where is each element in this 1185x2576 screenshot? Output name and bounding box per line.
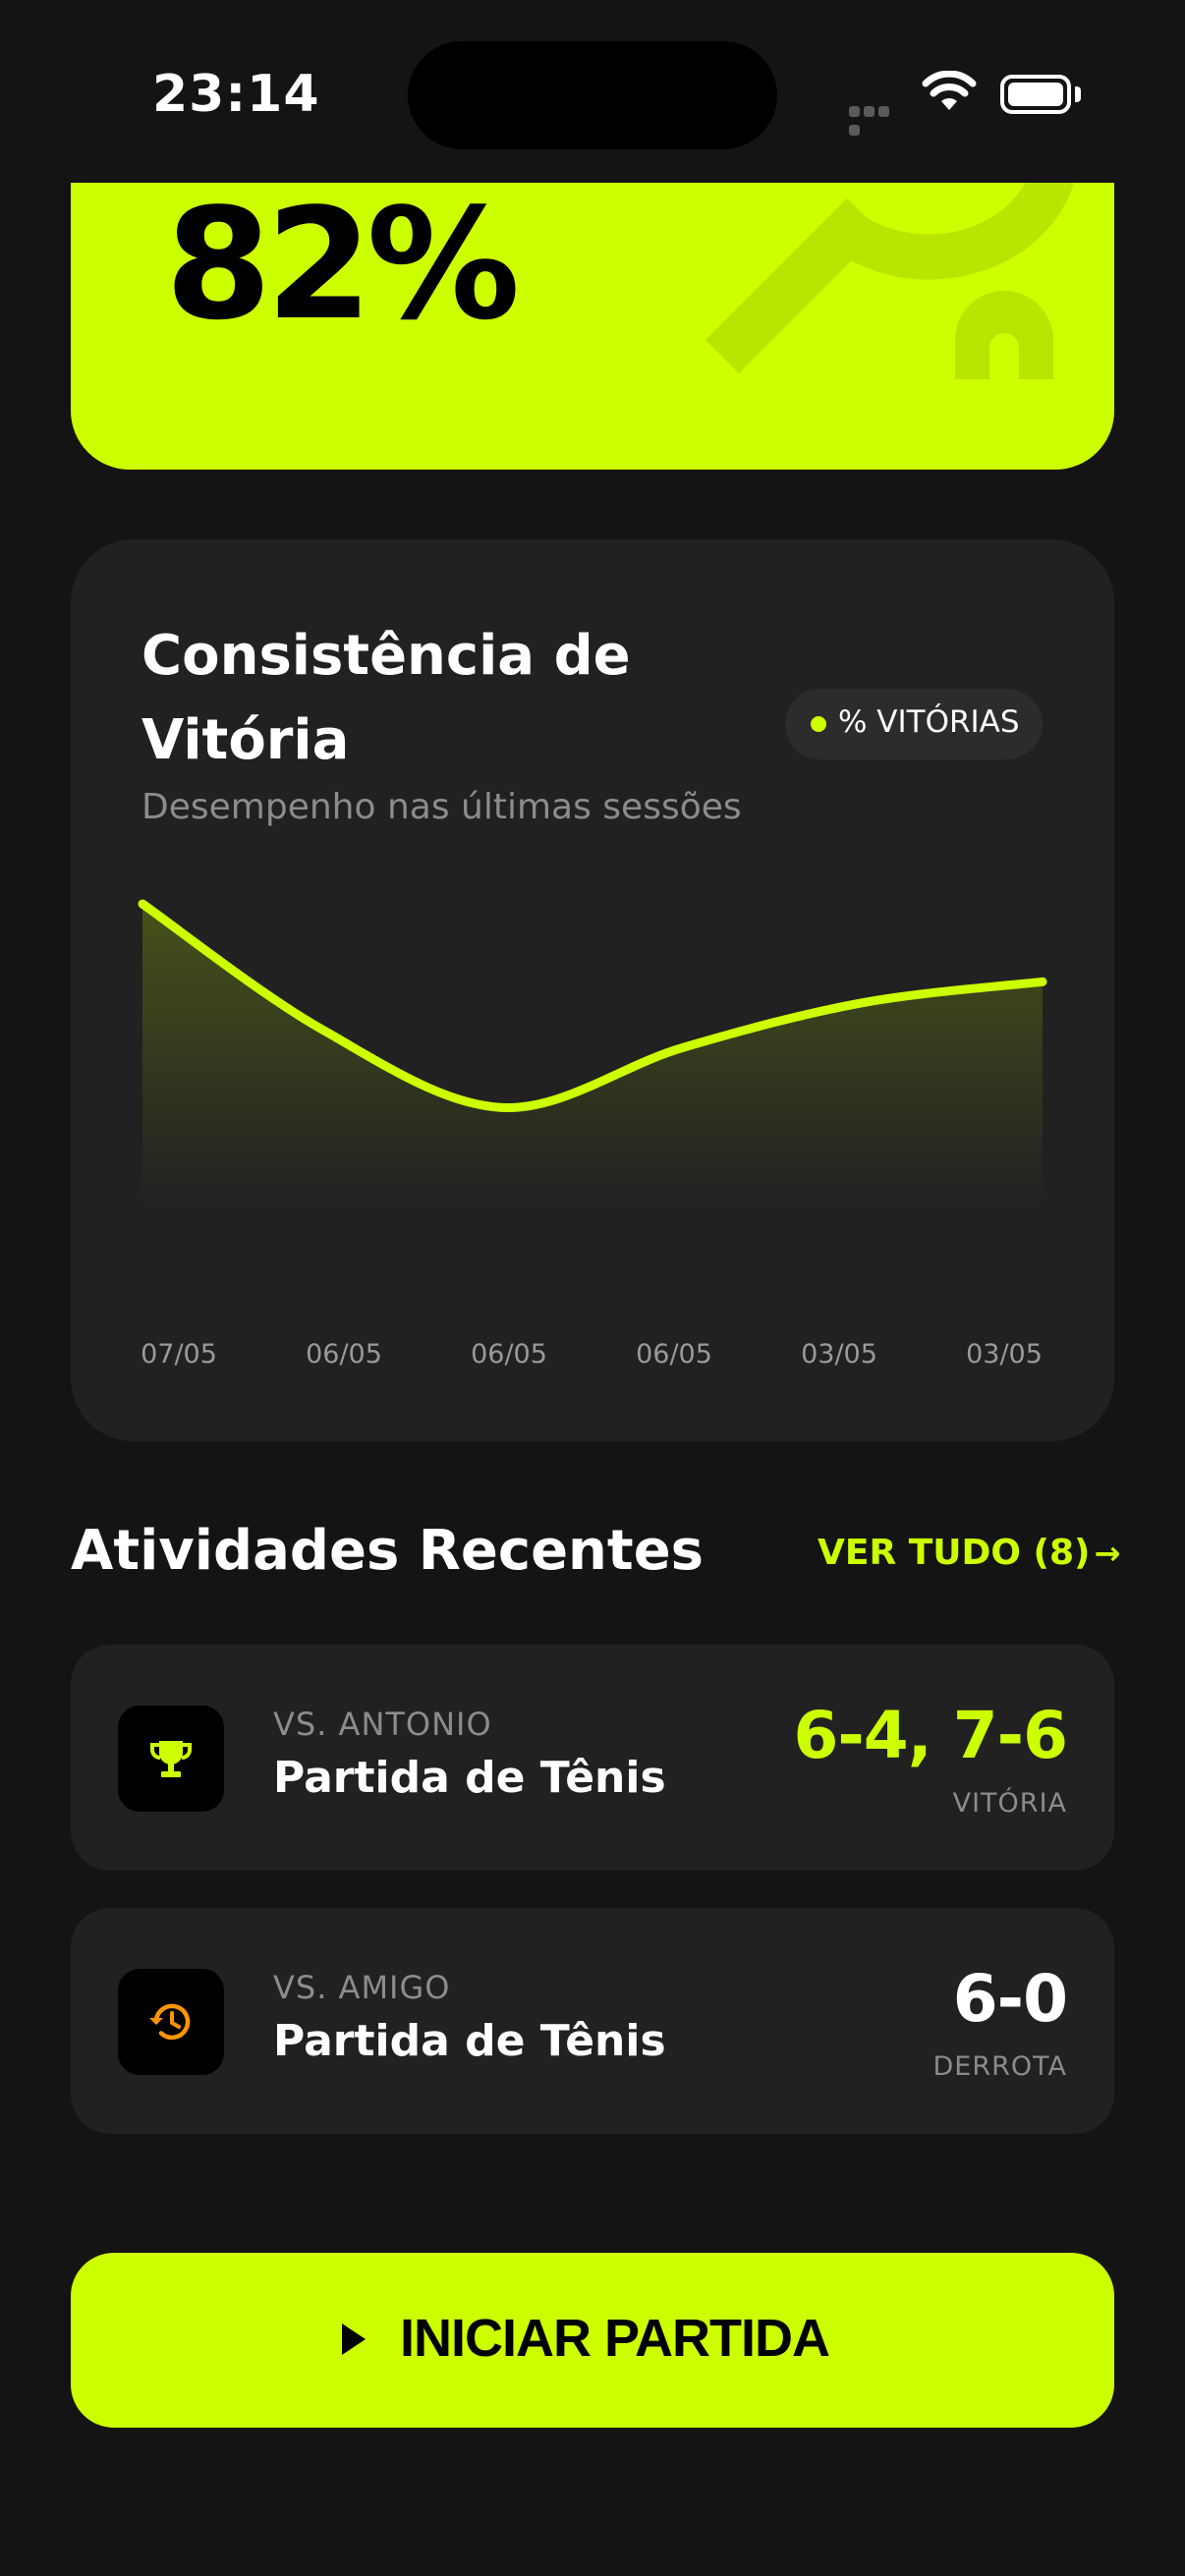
consistency-card: Consistência de Vitória Desempenho nas ú… [71, 539, 1114, 1441]
activity-opponent: VS. ANTONIO [273, 1706, 492, 1743]
activity-result: VITÓRIA [952, 1788, 1067, 1819]
x-tick-label: 03/05 [801, 1339, 877, 1370]
activity-item[interactable]: VS. ANTONIO Partida de Tênis 6-4, 7-6 VI… [71, 1645, 1114, 1871]
see-all-link[interactable]: VER TUDO (8) → [818, 1533, 1120, 1573]
x-tick-label: 07/05 [141, 1339, 217, 1370]
activity-opponent: VS. AMIGO [273, 1969, 451, 2006]
win-rate-value: 82% [165, 183, 520, 354]
tennis-racket-icon [705, 183, 1074, 379]
activity-icon-box [118, 1969, 224, 2075]
x-tick-label: 03/05 [966, 1339, 1043, 1370]
start-match-label: INICIAR PARTIDA [400, 2309, 830, 2368]
activity-score: 6-4, 7-6 [793, 1698, 1068, 1773]
activity-item[interactable]: VS. AMIGO Partida de Tênis 6-0 DERROTA [71, 1908, 1114, 2134]
activity-name: Partida de Tênis [273, 2016, 666, 2066]
battery-cap [1075, 86, 1081, 102]
activity-score: 6-0 [952, 1961, 1068, 2037]
activity-result: DERROTA [932, 2051, 1067, 2082]
status-bar: 23:14 [0, 0, 1185, 187]
wifi-icon [922, 71, 977, 110]
status-time: 23:14 [152, 65, 320, 124]
activity-icon-box [118, 1706, 224, 1812]
cellular-signal-icon [849, 102, 906, 136]
history-icon [149, 2003, 191, 2041]
win-rate-card: 82% [71, 183, 1114, 470]
trophy-icon [150, 1741, 192, 1777]
arrow-right-icon: → [1094, 1535, 1121, 1572]
play-icon [342, 2324, 366, 2355]
x-tick-label: 06/05 [306, 1339, 382, 1370]
see-all-label: VER TUDO (8) [818, 1533, 1091, 1573]
battery-icon [1000, 75, 1071, 114]
recent-activities-title: Atividades Recentes [71, 1519, 704, 1583]
x-tick-label: 06/05 [636, 1339, 712, 1370]
start-match-button[interactable]: INICIAR PARTIDA [71, 2253, 1114, 2428]
activity-name: Partida de Tênis [273, 1753, 666, 1803]
dynamic-island [408, 41, 777, 149]
x-tick-label: 06/05 [471, 1339, 547, 1370]
consistency-chart: 07/05 06/05 06/05 06/05 03/05 03/05 [138, 899, 1047, 1370]
chart-area [142, 904, 1043, 1204]
